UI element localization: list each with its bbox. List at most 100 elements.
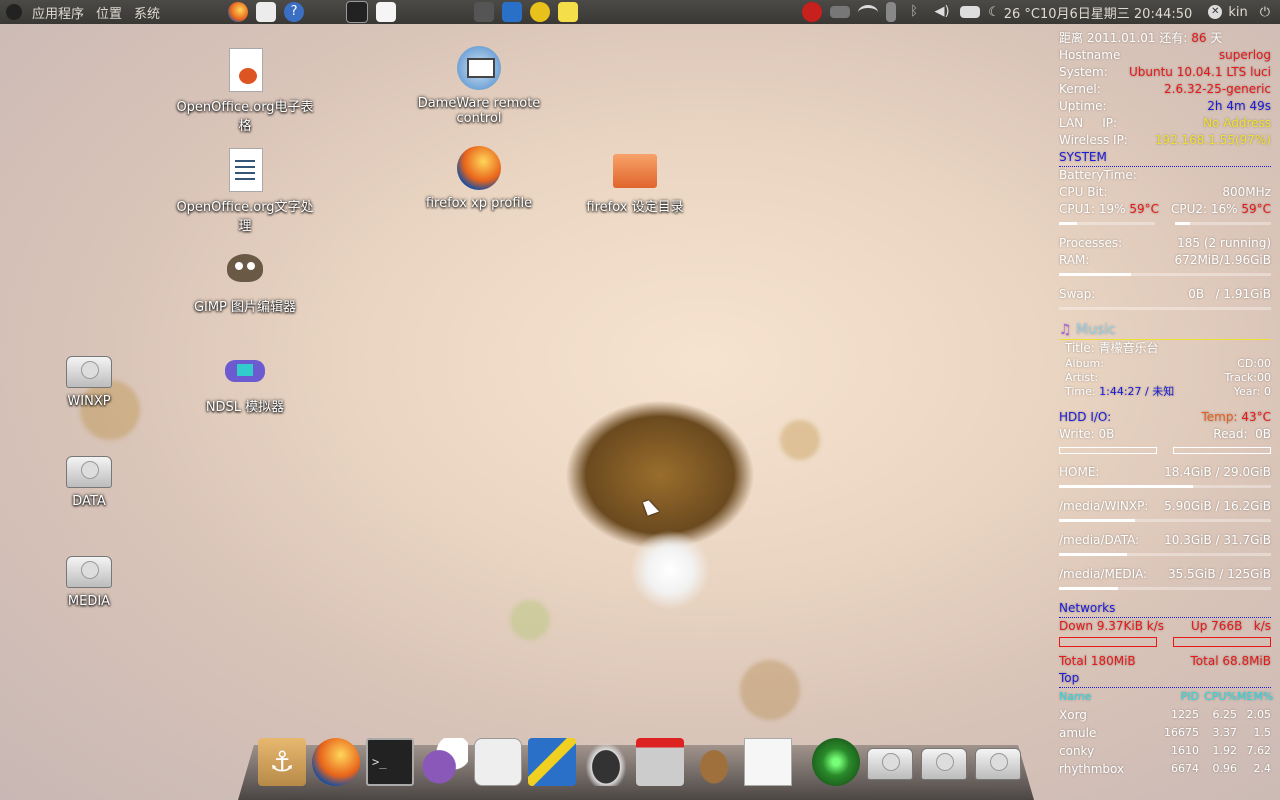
- top-panel: 应用程序 位置 系统 ? ᛒ ◀) ☾ 26 °C10月6日星期三 20:44:…: [0, 0, 1280, 24]
- top-row-name: conky: [1059, 744, 1095, 758]
- text-editor-icon[interactable]: [744, 738, 792, 786]
- hostname-value: superlog: [1218, 48, 1271, 62]
- top-section: Top: [1059, 670, 1271, 688]
- disk-bar: [1059, 485, 1271, 488]
- lan-label: LAN IP:: [1059, 116, 1118, 130]
- disk-bar-fill: [1059, 553, 1127, 556]
- desktop-icon-ndsl[interactable]: NDSL 模拟器: [175, 346, 315, 415]
- power-icon[interactable]: ⏻: [1260, 5, 1270, 20]
- keyboard-icon[interactable]: [830, 6, 851, 18]
- user-close-icon[interactable]: ✕: [1208, 5, 1223, 19]
- desktop-icon-label: DameWare remote control: [417, 96, 541, 126]
- desktop-icon-label: NDSL 模拟器: [205, 400, 285, 415]
- desktop-icon-label: firefox 设定目录: [586, 200, 684, 215]
- desktop-icon-gimp[interactable]: GIMP 图片编辑器: [175, 246, 315, 315]
- disk-value: 35.5GiB / 125GiB: [1167, 567, 1271, 581]
- desktop-icon-spreadsheet[interactable]: OpenOffice.org电子表格: [175, 46, 315, 134]
- hostname-label: Hostname: [1059, 48, 1121, 62]
- desktop-icon-firefox-dir[interactable]: firefox 设定目录: [565, 146, 705, 215]
- anchor-icon[interactable]: ⚓: [258, 738, 306, 786]
- wireless-value: 192.168.1.55(97%): [1154, 133, 1271, 147]
- top-header-name: Name: [1059, 690, 1092, 703]
- desktop-icon-media[interactable]: MEDIA: [19, 546, 159, 609]
- spreadsheet-icon: [221, 46, 269, 94]
- down-graph: [1059, 637, 1157, 647]
- drive-icon[interactable]: [920, 738, 968, 786]
- volume-icon[interactable]: ◀): [932, 2, 952, 22]
- system-value: Ubuntu 10.04.1 LTS luci: [1128, 65, 1271, 79]
- disk-data: /media/DATA: 10.3GiB / 31.7GiB: [1059, 532, 1271, 556]
- system-menu[interactable]: 系统: [128, 3, 166, 22]
- drive-icon[interactable]: [866, 738, 914, 786]
- cpu1-bar: [1059, 222, 1155, 225]
- cpu-bit-label: CPU Bit:: [1059, 185, 1108, 199]
- ipod-icon[interactable]: [474, 738, 522, 786]
- top-row-name: rhythmbox: [1059, 762, 1125, 776]
- inkscape-icon[interactable]: [582, 738, 630, 786]
- wifi-icon[interactable]: [858, 4, 879, 20]
- firefox-launcher-icon[interactable]: [228, 2, 249, 22]
- temp-label: Temp:: [1201, 410, 1238, 424]
- installer-icon[interactable]: [636, 738, 684, 786]
- desktop-icon-label: DATA: [72, 494, 106, 509]
- swap-value: 0B / 1.91GiB: [1188, 287, 1271, 301]
- drive-icon[interactable]: [974, 738, 1022, 786]
- disk-bar: [1059, 519, 1271, 522]
- terminal-icon[interactable]: >_: [366, 738, 414, 786]
- up-speed: Up 766B k/s: [1190, 619, 1271, 633]
- tray-red-icon[interactable]: [802, 2, 823, 22]
- ubuntu-logo-icon[interactable]: [6, 4, 22, 20]
- disk-list: HOME: 18.4GiB / 29.0GiB /media/WINXP: 5.90…: [1059, 464, 1271, 590]
- desktop-icon-writer[interactable]: OpenOffice.org文字处理: [175, 146, 315, 234]
- network-icon[interactable]: [528, 738, 576, 786]
- drive-icon: [66, 356, 112, 388]
- desktop-icon-label: MEDIA: [67, 594, 111, 609]
- swap-bar: [1059, 307, 1271, 310]
- drive-icon: [66, 456, 112, 488]
- desktop-icon-dameware[interactable]: DameWare remote control: [409, 46, 549, 126]
- disk-bar-fill: [1059, 587, 1119, 590]
- mail-indicator-icon[interactable]: [960, 6, 981, 18]
- top-row-cpu: 6.25: [1212, 708, 1238, 721]
- music-title-label: Title:: [1065, 341, 1095, 355]
- read-value: Read: 0B: [1213, 427, 1271, 441]
- help-icon[interactable]: ?: [284, 2, 305, 22]
- user-name[interactable]: kin: [1228, 5, 1247, 20]
- tray-notes-icon[interactable]: [558, 2, 579, 22]
- desktop-icon-data[interactable]: DATA: [19, 446, 159, 509]
- firefox-icon[interactable]: [312, 738, 360, 786]
- pidgin-icon[interactable]: [420, 738, 468, 786]
- desktop-icon-firefox-xp[interactable]: firefox xp profile: [409, 146, 549, 211]
- tray-yellow-icon[interactable]: [530, 2, 551, 22]
- mail-launcher-icon[interactable]: [256, 2, 277, 22]
- applications-menu[interactable]: 应用程序: [26, 3, 90, 22]
- ram-bar: [1059, 273, 1271, 276]
- radar-icon[interactable]: [812, 738, 860, 786]
- ram-value: 672MiB/1.96GiB: [1174, 253, 1271, 267]
- conky-monitor: 距离 2011.01.01 还有: 86 天 Hostname superlog …: [1059, 30, 1274, 778]
- music-title: 青檬音乐台: [1098, 341, 1159, 355]
- top-header-mem: MEM%: [1237, 690, 1274, 703]
- amule-icon[interactable]: [690, 738, 738, 786]
- disk-label: /media/WINXP:: [1059, 499, 1149, 513]
- top-row-mem: 1.5: [1253, 726, 1272, 739]
- bluetooth-icon[interactable]: ᛒ: [904, 2, 924, 22]
- disk-bar: [1059, 553, 1271, 556]
- top-row-name: amule: [1059, 726, 1097, 740]
- tray-app-icon[interactable]: [474, 2, 495, 22]
- folder-icon: [611, 146, 659, 194]
- top-row-pid: 1610: [1171, 744, 1199, 757]
- tray-bird-icon[interactable]: [502, 2, 523, 22]
- places-menu[interactable]: 位置: [90, 3, 128, 22]
- battery-icon[interactable]: [886, 2, 897, 22]
- top-row-pid: 6674: [1171, 762, 1199, 775]
- terminal-launcher-icon[interactable]: [346, 1, 369, 23]
- clock[interactable]: 26 °C10月6日星期三 20:44:50: [1004, 3, 1193, 22]
- processes-label: Processes:: [1059, 236, 1123, 250]
- top-row-name: Xorg: [1059, 708, 1087, 722]
- text-editor-launcher-icon[interactable]: [376, 2, 397, 22]
- ram-label: RAM:: [1059, 253, 1090, 267]
- cpu1-temp: 59°C: [1129, 202, 1160, 216]
- desktop-icon-winxp[interactable]: WINXP: [19, 346, 159, 409]
- countdown-label: 距离 2011.01.01 还有:: [1059, 31, 1188, 45]
